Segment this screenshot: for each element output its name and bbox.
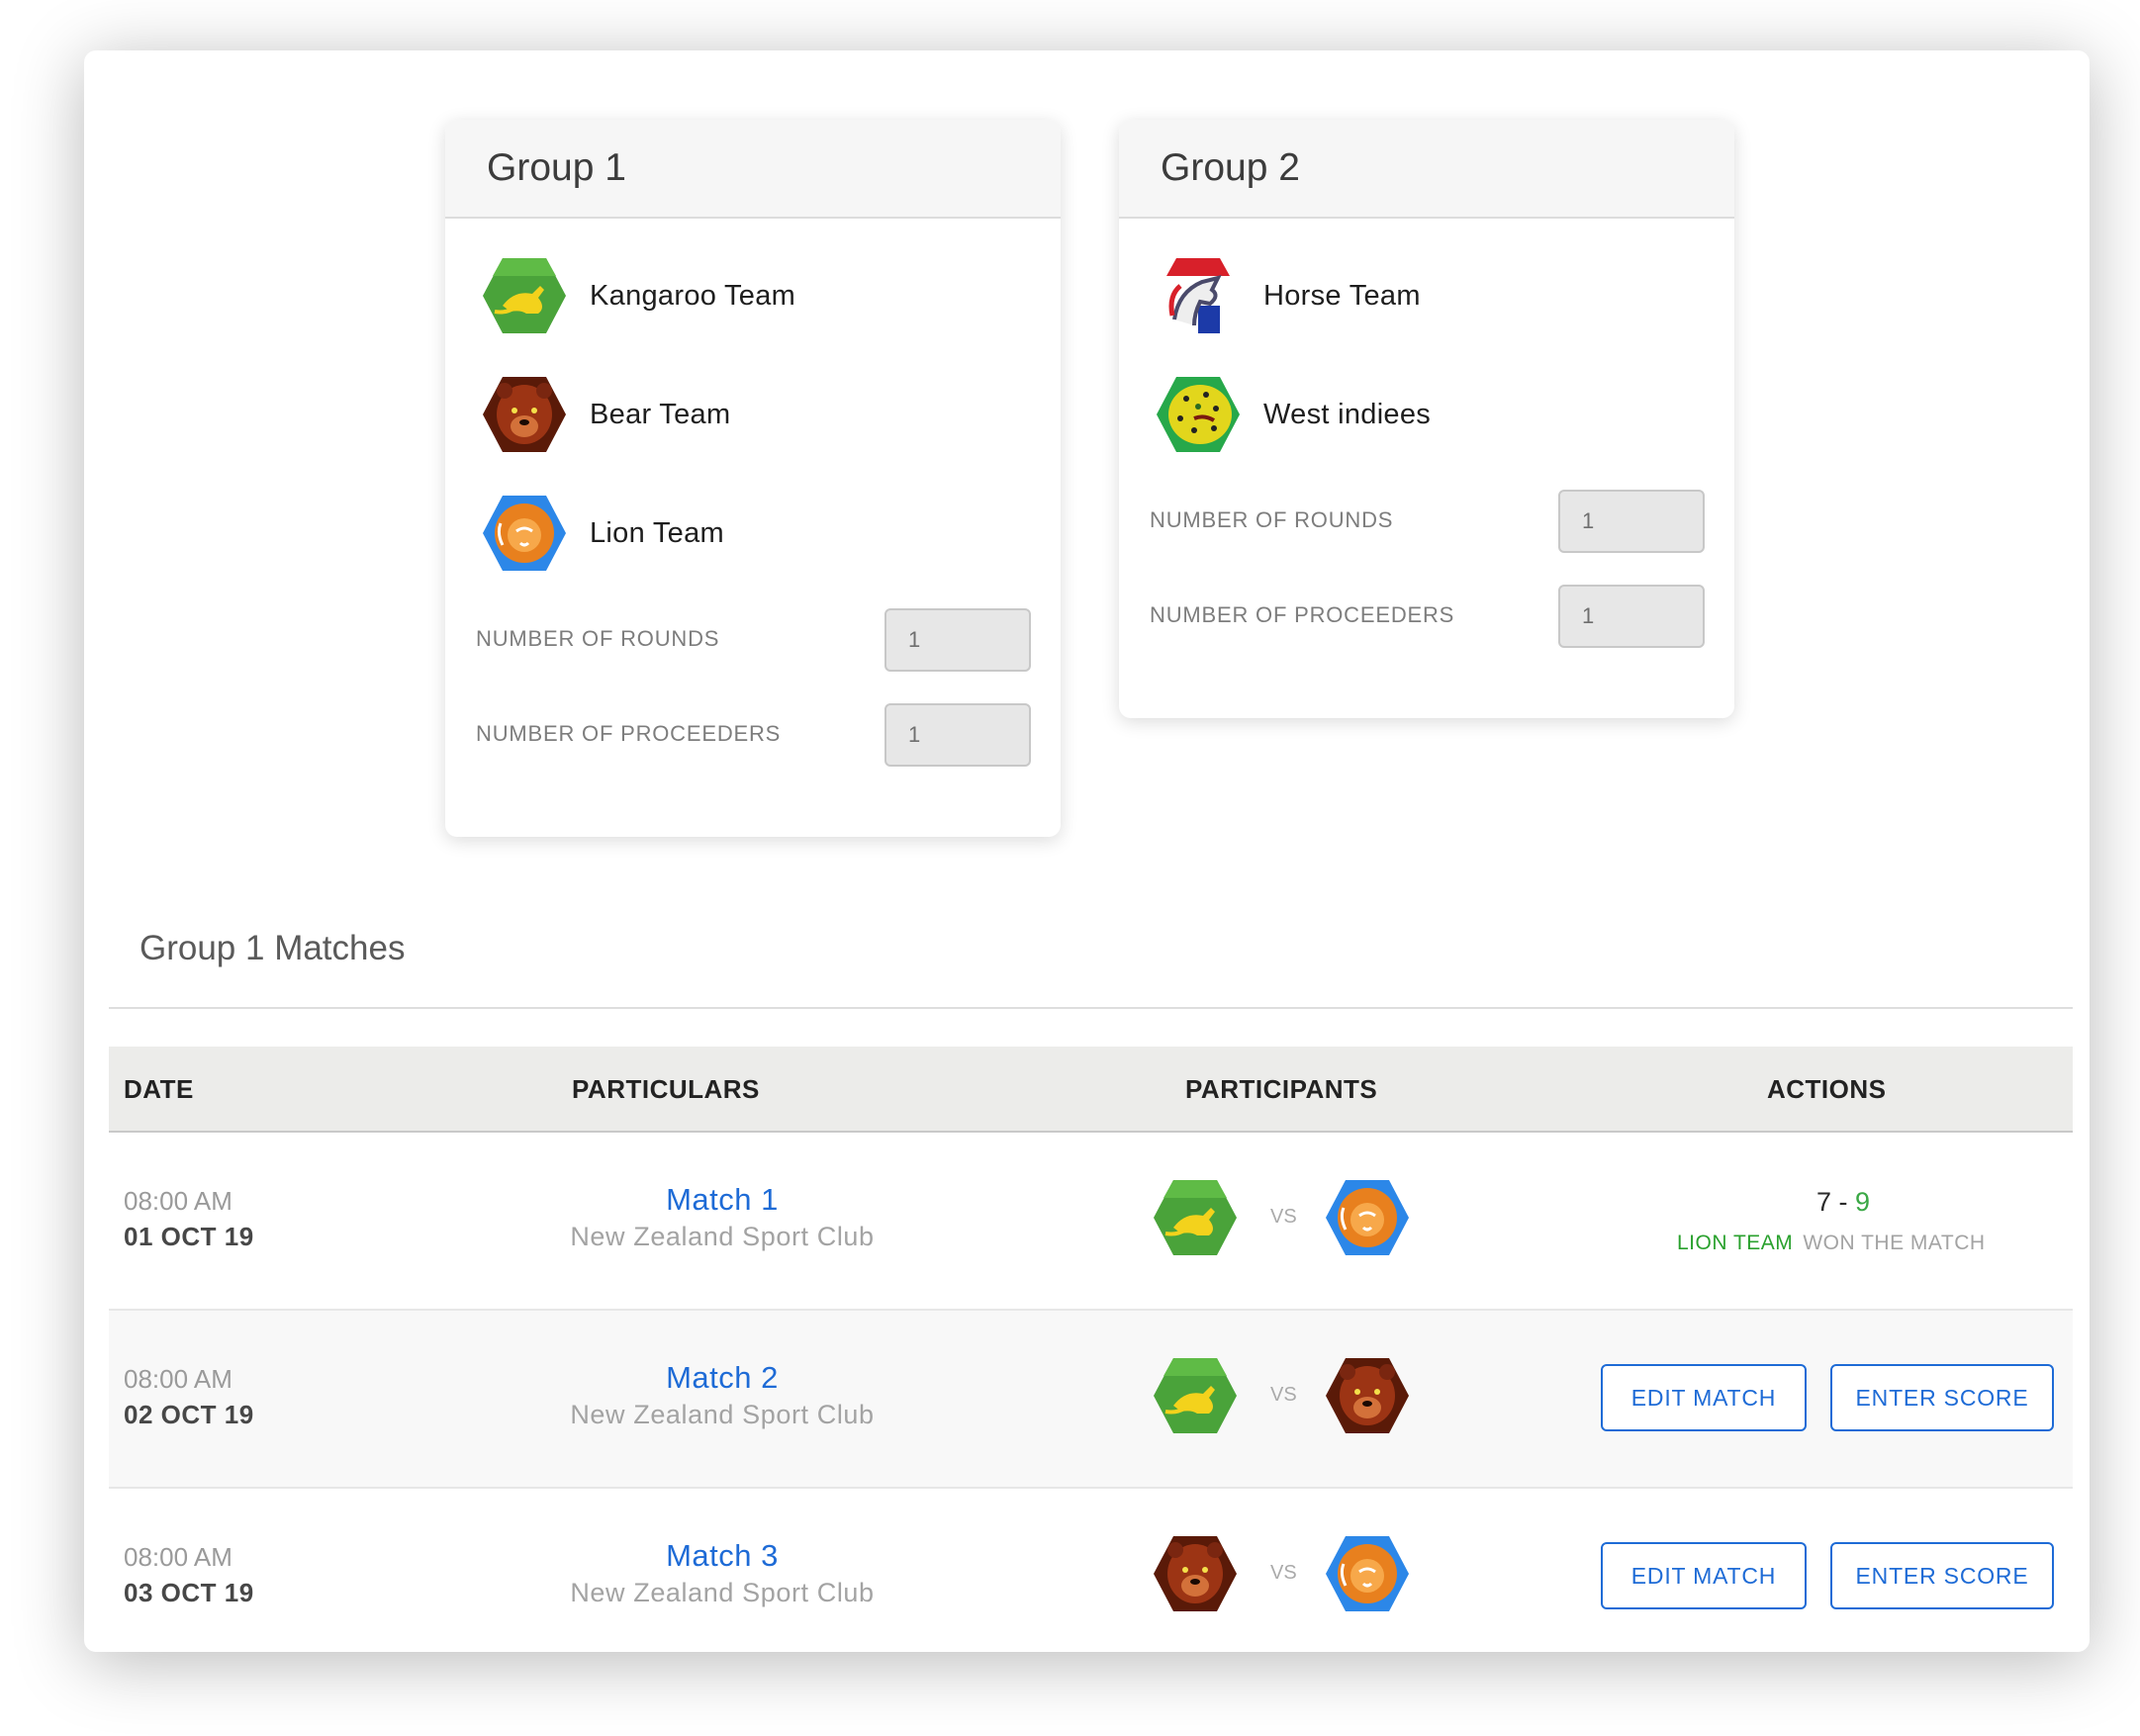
- match-link[interactable]: Match 1: [514, 1182, 930, 1218]
- rounds-input[interactable]: [1558, 490, 1705, 553]
- horse-icon: [1155, 256, 1242, 335]
- proceeders-row: NUMBER OF PROCEEDERS: [1150, 585, 1705, 680]
- team-name: West indiees: [1263, 398, 1432, 430]
- column-header-participants[interactable]: PARTICIPANTS: [1185, 1074, 1377, 1105]
- proceeders-input[interactable]: [1558, 585, 1705, 648]
- match-time: 08:00 AM: [124, 1542, 233, 1572]
- divider: [109, 1007, 2073, 1009]
- table-header: DATE PARTICULARS PARTICIPANTS ACTIONS: [109, 1047, 2073, 1133]
- rounds-row: NUMBER OF ROUNDS: [476, 608, 1031, 703]
- leopard-icon: [1155, 375, 1242, 454]
- team-item[interactable]: Kangaroo Team: [481, 252, 1061, 339]
- vs-label: VS: [1270, 1562, 1297, 1584]
- group-card-2: Group 2 Horse Team West indiees NUMBER O…: [1119, 120, 1734, 718]
- score-away: 9: [1855, 1187, 1871, 1217]
- match-time: 08:00 AM: [124, 1186, 233, 1216]
- enter-score-button[interactable]: ENTER SCORE: [1830, 1542, 2054, 1609]
- column-header-date[interactable]: DATE: [124, 1074, 194, 1105]
- proceeders-row: NUMBER OF PROCEEDERS: [476, 703, 1031, 798]
- team-item[interactable]: Horse Team: [1155, 252, 1734, 339]
- rounds-label: NUMBER OF ROUNDS: [1150, 507, 1394, 532]
- table-row: 08:00 AM 03 OCT 19 Match 3 New Zealand S…: [109, 1489, 2073, 1652]
- team-name: Kangaroo Team: [590, 279, 796, 312]
- match-result: LION TEAM WON THE MATCH: [1677, 1232, 1986, 1255]
- table-row: 08:00 AM 01 OCT 19 Match 1 New Zealand S…: [109, 1133, 2073, 1311]
- matches-title: Group 1 Matches: [140, 929, 406, 967]
- group-title: Group 2: [1119, 120, 1734, 219]
- column-header-actions[interactable]: ACTIONS: [1767, 1074, 1887, 1105]
- rounds-row: NUMBER OF ROUNDS: [1150, 490, 1705, 585]
- enter-score-button[interactable]: ENTER SCORE: [1830, 1364, 2054, 1431]
- lion-icon: [1324, 1534, 1411, 1613]
- match-date: 01 OCT 19: [124, 1222, 254, 1251]
- vs-label: VS: [1270, 1206, 1297, 1228]
- match-date: 03 OCT 19: [124, 1578, 254, 1607]
- lion-icon: [481, 494, 568, 573]
- main-card: Group 1 Kangaroo Team Bear Team Lion Tea…: [84, 50, 2090, 1652]
- bear-icon: [481, 375, 568, 454]
- kangaroo-icon: [1152, 1356, 1239, 1435]
- lion-icon: [1324, 1178, 1411, 1257]
- score-home: 7: [1815, 1187, 1831, 1217]
- proceeders-input[interactable]: [884, 703, 1031, 767]
- team-list: Kangaroo Team Bear Team Lion Team: [445, 219, 1061, 577]
- match-venue: New Zealand Sport Club: [570, 1400, 875, 1429]
- proceeders-label: NUMBER OF PROCEEDERS: [1150, 602, 1455, 627]
- rounds-input[interactable]: [884, 608, 1031, 672]
- match-link[interactable]: Match 3: [514, 1538, 930, 1574]
- match-link[interactable]: Match 2: [514, 1360, 930, 1396]
- kangaroo-icon: [1152, 1178, 1239, 1257]
- bear-icon: [1324, 1356, 1411, 1435]
- team-item[interactable]: Lion Team: [481, 490, 1061, 577]
- won-text: WON THE MATCH: [1803, 1232, 1986, 1254]
- column-header-particulars[interactable]: PARTICULARS: [572, 1074, 760, 1105]
- vs-label: VS: [1270, 1384, 1297, 1406]
- match-date: 02 OCT 19: [124, 1400, 254, 1429]
- rounds-label: NUMBER OF ROUNDS: [476, 626, 720, 651]
- match-venue: New Zealand Sport Club: [570, 1222, 875, 1251]
- edit-match-button[interactable]: EDIT MATCH: [1601, 1364, 1807, 1431]
- kangaroo-icon: [481, 256, 568, 335]
- winner-name: LION TEAM: [1677, 1232, 1794, 1254]
- team-name: Lion Team: [590, 516, 724, 549]
- score-display: 7 - 9: [1616, 1187, 2071, 1218]
- team-name: Bear Team: [590, 398, 731, 430]
- match-venue: New Zealand Sport Club: [570, 1578, 875, 1607]
- match-time: 08:00 AM: [124, 1364, 233, 1394]
- bear-icon: [1152, 1534, 1239, 1613]
- team-item[interactable]: Bear Team: [481, 371, 1061, 458]
- score-separator: -: [1838, 1187, 1848, 1217]
- table-row: 08:00 AM 02 OCT 19 Match 2 New Zealand S…: [109, 1311, 2073, 1489]
- team-list: Horse Team West indiees: [1119, 219, 1734, 458]
- proceeders-label: NUMBER OF PROCEEDERS: [476, 721, 782, 746]
- team-item[interactable]: West indiees: [1155, 371, 1734, 458]
- group-card-1: Group 1 Kangaroo Team Bear Team Lion Tea…: [445, 120, 1061, 837]
- team-name: Horse Team: [1263, 279, 1421, 312]
- matches-table: DATE PARTICULARS PARTICIPANTS ACTIONS 08…: [109, 1047, 2073, 1652]
- group-title: Group 1: [445, 120, 1061, 219]
- edit-match-button[interactable]: EDIT MATCH: [1601, 1542, 1807, 1609]
